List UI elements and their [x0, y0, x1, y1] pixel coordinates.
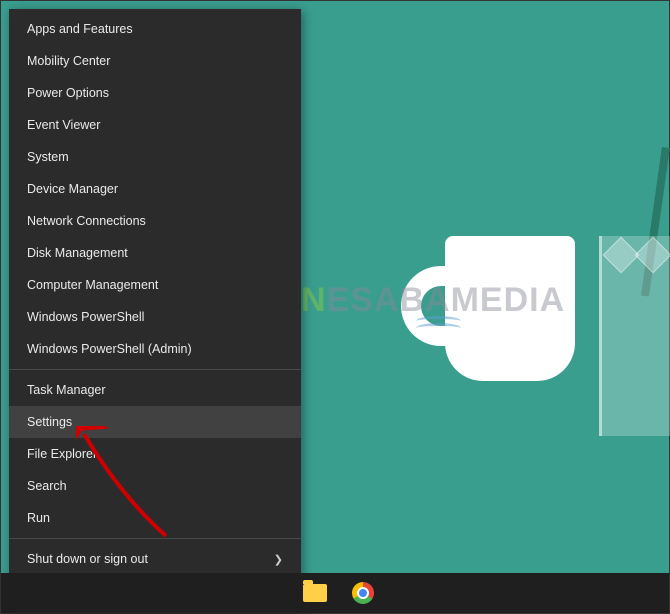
menu-item-label: Device Manager — [27, 182, 118, 196]
menu-item-label: Run — [27, 511, 50, 525]
menu-item-shutdown-signout[interactable]: Shut down or sign out ❯ — [9, 543, 301, 575]
chevron-right-icon: ❯ — [274, 553, 283, 566]
menu-separator — [9, 369, 301, 370]
menu-item-file-explorer[interactable]: File Explorer — [9, 438, 301, 470]
menu-item-label: Event Viewer — [27, 118, 100, 132]
menu-item-label: Mobility Center — [27, 54, 110, 68]
menu-item-mobility-center[interactable]: Mobility Center — [9, 45, 301, 77]
taskbar — [1, 573, 669, 613]
menu-item-label: Power Options — [27, 86, 109, 100]
folder-icon — [303, 584, 327, 602]
menu-item-windows-powershell-admin[interactable]: Windows PowerShell (Admin) — [9, 333, 301, 365]
menu-item-network-connections[interactable]: Network Connections — [9, 205, 301, 237]
menu-item-apps-and-features[interactable]: Apps and Features — [9, 13, 301, 45]
winx-context-menu: Apps and Features Mobility Center Power Op… — [9, 9, 301, 611]
menu-item-label: File Explorer — [27, 447, 97, 461]
chrome-icon — [352, 582, 374, 604]
menu-item-label: Computer Management — [27, 278, 158, 292]
menu-item-task-manager[interactable]: Task Manager — [9, 374, 301, 406]
menu-item-event-viewer[interactable]: Event Viewer — [9, 109, 301, 141]
menu-item-label: Settings — [27, 415, 72, 429]
menu-item-computer-management[interactable]: Computer Management — [9, 269, 301, 301]
menu-item-power-options[interactable]: Power Options — [9, 77, 301, 109]
menu-item-run[interactable]: Run — [9, 502, 301, 534]
menu-item-system[interactable]: System — [9, 141, 301, 173]
menu-item-windows-powershell[interactable]: Windows PowerShell — [9, 301, 301, 333]
menu-item-settings[interactable]: Settings — [9, 406, 301, 438]
wallpaper-glass-graphic — [589, 146, 670, 446]
menu-item-label: Apps and Features — [27, 22, 133, 36]
menu-item-label: Shut down or sign out — [27, 552, 148, 566]
menu-item-label: Search — [27, 479, 67, 493]
menu-item-label: System — [27, 150, 69, 164]
menu-item-label: Network Connections — [27, 214, 146, 228]
menu-item-label: Disk Management — [27, 246, 128, 260]
menu-item-label: Task Manager — [27, 383, 106, 397]
taskbar-chrome[interactable] — [339, 573, 387, 613]
menu-item-label: Windows PowerShell — [27, 310, 144, 324]
menu-item-search[interactable]: Search — [9, 470, 301, 502]
taskbar-file-explorer[interactable] — [291, 573, 339, 613]
watermark-wave — [416, 323, 461, 333]
menu-separator — [9, 538, 301, 539]
menu-item-device-manager[interactable]: Device Manager — [9, 173, 301, 205]
menu-item-label: Windows PowerShell (Admin) — [27, 342, 192, 356]
wallpaper-mug-graphic — [401, 236, 581, 386]
menu-item-disk-management[interactable]: Disk Management — [9, 237, 301, 269]
